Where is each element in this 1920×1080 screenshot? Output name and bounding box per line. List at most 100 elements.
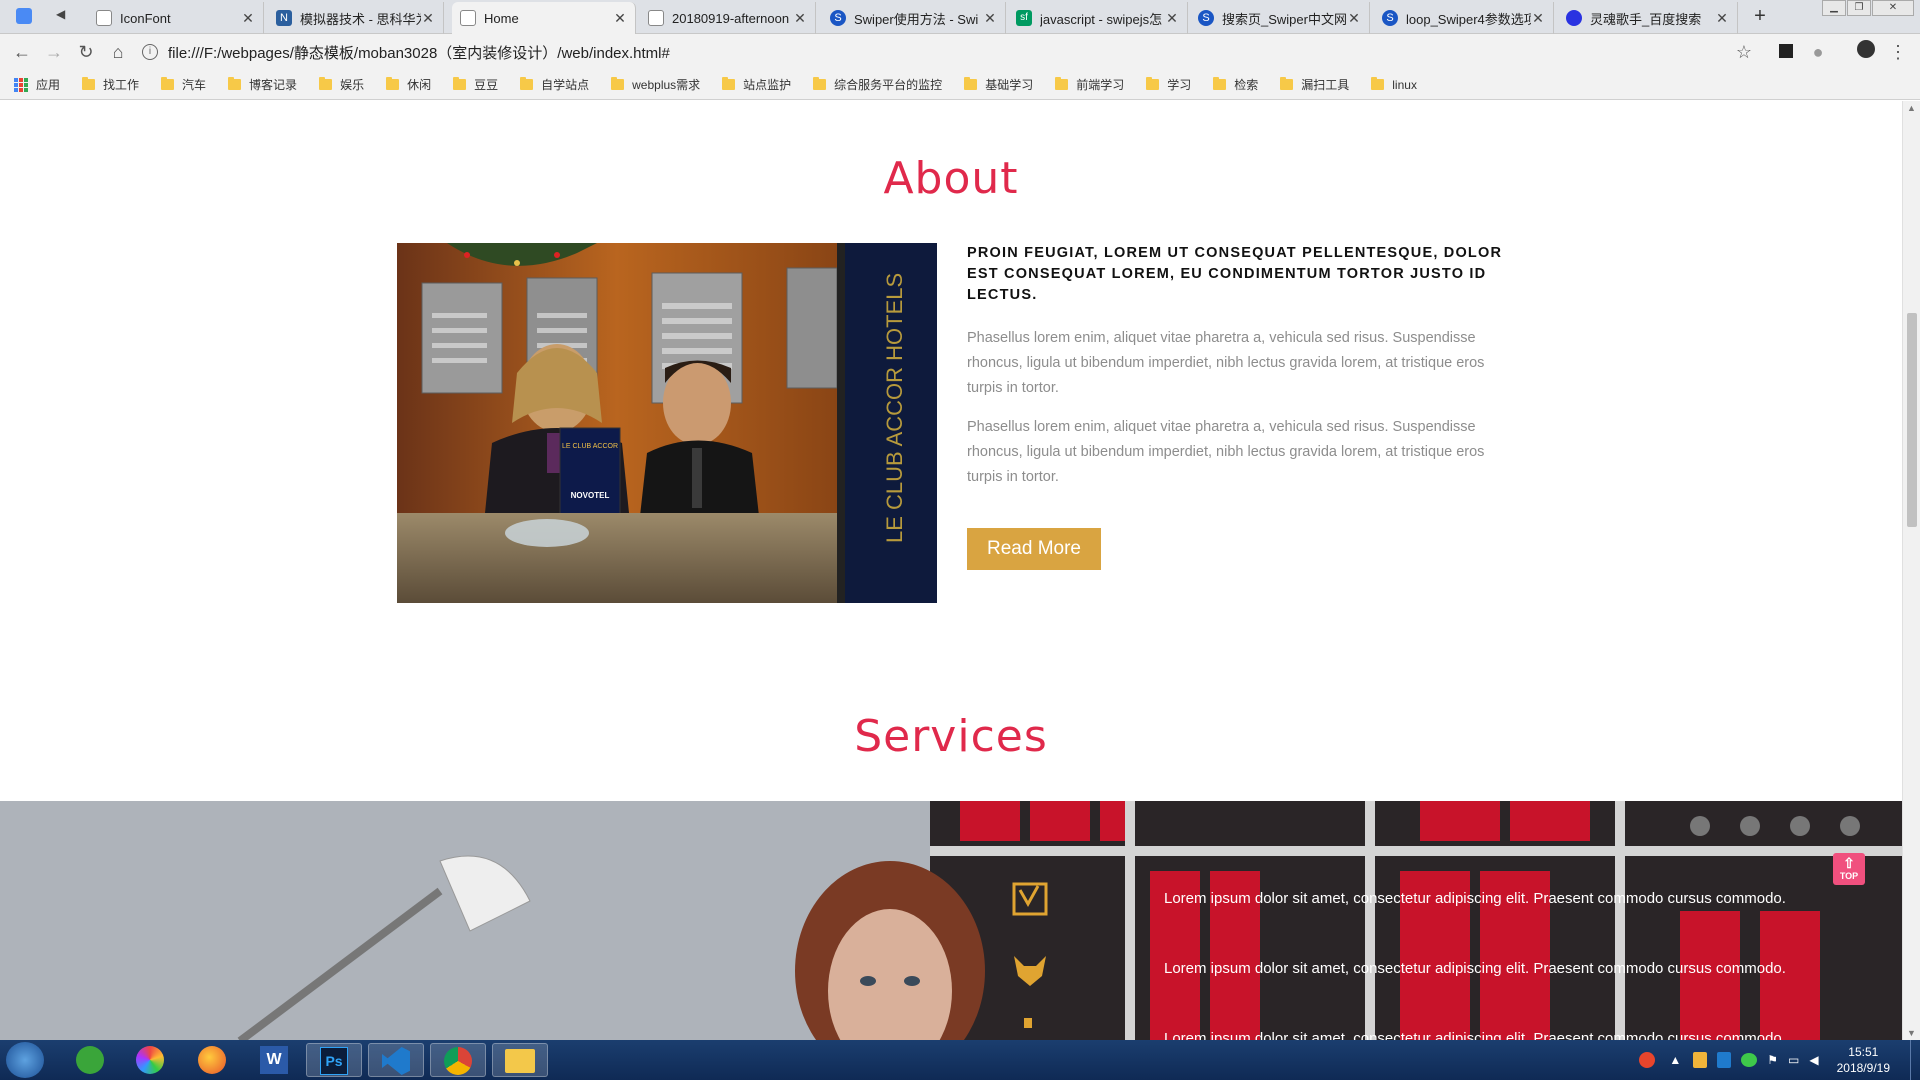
url-text[interactable]: file:///F:/webpages/静态模板/moban3028（室内装修设…	[168, 42, 670, 63]
show-desktop-button[interactable]	[1910, 1040, 1920, 1080]
taskbar-app-explorer[interactable]	[492, 1043, 548, 1077]
bookmark-folder[interactable]: 检索	[1213, 76, 1258, 93]
windows-taskbar: W Ps ▲ ⚑ ▭ ◀ 15:51 2018/9/19	[0, 1040, 1920, 1080]
close-icon[interactable]: ✕	[793, 10, 807, 27]
app-360-icon	[76, 1046, 104, 1074]
taskbar-app-360[interactable]	[62, 1043, 118, 1077]
tray-expand-icon[interactable]: ▲	[1669, 1053, 1681, 1067]
close-icon[interactable]: ✕	[613, 10, 627, 27]
start-button[interactable]	[6, 1042, 44, 1078]
bookmark-folder[interactable]: 汽车	[161, 76, 206, 93]
home-button[interactable]: ⌂	[106, 40, 130, 64]
taskbar-app-word[interactable]: W	[246, 1043, 302, 1077]
page-scrollbar[interactable]: ▲ ▼	[1902, 101, 1920, 1040]
close-icon[interactable]: ✕	[1347, 10, 1361, 27]
back-button[interactable]: ←	[10, 40, 34, 64]
reload-button[interactable]: ↻	[74, 40, 98, 64]
close-window-button[interactable]: ✕	[1872, 0, 1914, 16]
bookmark-apps[interactable]: 应用	[14, 76, 60, 93]
bookmark-folder[interactable]: 豆豆	[453, 76, 498, 93]
scrollbar-thumb[interactable]	[1907, 313, 1917, 527]
bookmark-folder[interactable]: 漏扫工具	[1280, 76, 1349, 93]
bookmark-folder[interactable]: 站点监护	[722, 76, 791, 93]
bookmark-folder[interactable]: 综合服务平台的监控	[813, 76, 942, 93]
bookmark-folder[interactable]: linux	[1371, 77, 1417, 92]
bookmark-label: 娱乐	[340, 78, 365, 92]
bookmark-folder[interactable]: 自学站点	[520, 76, 589, 93]
services-photo	[0, 801, 1902, 1041]
tab-afternoon[interactable]: 20180919-afternoon ✕	[640, 2, 816, 34]
bookmark-folder[interactable]: 学习	[1146, 76, 1191, 93]
tab-home[interactable]: Home ✕	[452, 2, 636, 34]
security-shield-icon[interactable]	[1693, 1052, 1708, 1068]
tab-iconfont[interactable]: IconFont ✕	[88, 2, 264, 34]
about-photo: NOVOTEL LE CLUB ACCOR LE CLUB ACCOR HOTE…	[397, 243, 937, 603]
bookmark-label: 学习	[1167, 78, 1192, 92]
wechat-icon[interactable]	[1741, 1053, 1758, 1067]
taskbar-app-firefox[interactable]	[184, 1043, 240, 1077]
address-bar[interactable]: i file:///F:/webpages/静态模板/moban3028（室内装…	[142, 38, 1754, 66]
bookmark-folder[interactable]: 基础学习	[964, 76, 1033, 93]
segmentfault-icon: sf	[1016, 10, 1032, 26]
taskbar-app-photoshop[interactable]: Ps	[306, 1043, 362, 1077]
close-icon[interactable]: ✕	[1531, 10, 1545, 27]
tab-title: 20180919-afternoon	[672, 10, 790, 26]
yii-logo-icon	[1012, 882, 1048, 916]
tab-title: loop_Swiper4参数选项	[1406, 11, 1531, 27]
scroll-down-arrow-icon[interactable]: ▼	[1907, 1028, 1916, 1038]
new-tab-button[interactable]: +	[1748, 5, 1772, 29]
folder-explorer-icon	[505, 1049, 535, 1073]
scroll-up-arrow-icon[interactable]: ▲	[1907, 103, 1916, 113]
tab-swiper-usage[interactable]: S Swiper使用方法 - Swi ✕	[822, 2, 1006, 34]
service-item: Lorem ipsum dolor sit amet, consectetur …	[1010, 878, 1786, 918]
bookmark-folder[interactable]: 找工作	[82, 76, 139, 93]
bookmark-folder[interactable]: 前端学习	[1055, 76, 1124, 93]
back-to-top-button[interactable]: ⇧ TOP	[1833, 853, 1865, 885]
folder-icon	[161, 77, 175, 90]
minimize-button[interactable]: ▁	[1822, 0, 1846, 16]
profile-avatar[interactable]	[1854, 40, 1878, 64]
flag-icon[interactable]: ⚑	[1767, 1053, 1778, 1067]
bookmark-star-icon[interactable]: ☆	[1732, 40, 1756, 64]
restore-button[interactable]: ❐	[1847, 0, 1871, 16]
info-icon[interactable]: i	[142, 44, 158, 60]
banner-text: LE CLUB ACCOR HOTELS	[882, 273, 907, 543]
extension-icon[interactable]	[1774, 40, 1798, 64]
close-icon[interactable]: ✕	[241, 10, 255, 27]
tab-swiper-search[interactable]: S 搜索页_Swiper中文网 ✕	[1190, 2, 1370, 34]
taskbar-app-picasa[interactable]	[122, 1043, 178, 1077]
about-paragraph-2: Phasellus lorem enim, aliquet vitae phar…	[967, 419, 1485, 485]
close-icon[interactable]: ✕	[1715, 10, 1729, 27]
tab-simulator[interactable]: N 模拟器技术 - 思科华为 ✕	[268, 2, 444, 34]
forward-button[interactable]: →	[42, 40, 66, 64]
tab-bar-audio-icon[interactable]: ◀	[56, 7, 65, 21]
taskbar-app-chrome[interactable]	[430, 1043, 486, 1077]
close-icon[interactable]: ✕	[983, 10, 997, 27]
menu-icon[interactable]: ⋮	[1886, 40, 1910, 64]
close-icon[interactable]: ✕	[421, 10, 435, 27]
extension-pin-icon[interactable]: ●	[1806, 40, 1830, 64]
tab-baidu[interactable]: 灵魂歌手_百度搜索 ✕	[1558, 2, 1738, 34]
baidu-paw-icon	[1566, 10, 1582, 26]
bookmark-label: 站点监护	[743, 78, 792, 92]
fox-icon	[1014, 956, 1046, 986]
read-more-button[interactable]: Read More	[967, 528, 1101, 570]
swiper-s-icon: S	[1198, 10, 1214, 26]
browser-toolbar: ← → ↻ ⌂ i file:///F:/webpages/静态模板/moban…	[0, 34, 1920, 70]
tab-bar-google-icon[interactable]	[16, 8, 32, 24]
tab-swiper-loop[interactable]: S loop_Swiper4参数选项 ✕	[1374, 2, 1554, 34]
bookmark-folder[interactable]: webplus需求	[611, 76, 700, 93]
bookmark-folder[interactable]: 博客记录	[228, 76, 297, 93]
bluetooth-icon[interactable]	[1717, 1052, 1732, 1068]
clock[interactable]: 15:51 2018/9/19	[1837, 1044, 1890, 1076]
network-icon[interactable]: ▭	[1788, 1053, 1799, 1067]
bookmark-folder[interactable]: 休闲	[386, 76, 431, 93]
sogou-ime-icon[interactable]	[1639, 1052, 1656, 1068]
tab-javascript[interactable]: sf javascript - swipejs怎 ✕	[1008, 2, 1188, 34]
bookmark-folder[interactable]: 娱乐	[319, 76, 364, 93]
tab-title: 模拟器技术 - 思科华为	[300, 11, 421, 27]
services-title: Services	[854, 711, 1048, 762]
taskbar-app-vscode[interactable]	[368, 1043, 424, 1077]
close-icon[interactable]: ✕	[1165, 10, 1179, 27]
volume-icon[interactable]: ◀	[1809, 1053, 1818, 1067]
